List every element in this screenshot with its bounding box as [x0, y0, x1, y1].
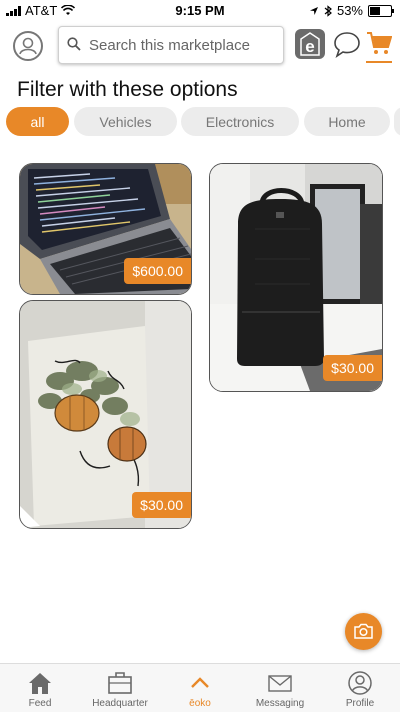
filter-chips: all Vehicles Electronics Home: [0, 107, 400, 137]
cart-icon[interactable]: [366, 30, 392, 56]
chip-home[interactable]: Home: [304, 107, 390, 136]
home-icon: [29, 673, 51, 694]
account-icon[interactable]: [13, 31, 43, 61]
camera-button[interactable]: [345, 613, 382, 650]
nav-label: Profile: [345, 698, 375, 709]
price-tag: $30.00: [132, 492, 191, 518]
cart-active-indicator: [366, 61, 392, 63]
nav-label: Messaging: [255, 698, 305, 709]
chip-electronics[interactable]: Electronics: [181, 107, 299, 136]
chat-icon[interactable]: [333, 30, 361, 58]
location-icon: [309, 6, 318, 15]
chip-vehicles[interactable]: Vehicles: [74, 107, 177, 136]
price-tag: $600.00: [124, 258, 191, 284]
search-input[interactable]: [87, 31, 281, 59]
nav-messaging[interactable]: Messaging: [240, 664, 320, 712]
bluetooth-icon: [324, 4, 332, 17]
eoko-logo-button[interactable]: e: [295, 29, 325, 59]
nav-label: ēoko: [189, 698, 211, 709]
app-header: e: [0, 20, 400, 70]
status-bar: AT&T 9:15 PM 53%: [0, 0, 400, 20]
filter-title: Filter with these options: [17, 78, 238, 101]
nav-eoko[interactable]: ēoko: [160, 664, 240, 712]
envelope-icon: [268, 675, 292, 692]
nav-feed[interactable]: Feed: [0, 664, 80, 712]
listing-card[interactable]: $30.00: [209, 163, 383, 392]
nav-label: Feed: [28, 698, 52, 709]
nav-profile[interactable]: Profile: [320, 664, 400, 712]
chevron-up-icon: [191, 677, 209, 688]
user-icon: [348, 671, 372, 695]
listing-card[interactable]: $30.00: [19, 300, 192, 529]
chip-all[interactable]: all: [6, 107, 69, 136]
bottom-nav: Feed Headquarter ēoko Messaging Profile: [0, 663, 400, 712]
listing-card[interactable]: $600.00: [19, 163, 192, 295]
chip-more[interactable]: [394, 107, 400, 136]
search-box[interactable]: [58, 26, 284, 64]
battery-percent: 53%: [336, 3, 363, 18]
battery-icon: [368, 4, 394, 17]
search-icon: [67, 37, 81, 51]
price-tag: $30.00: [323, 355, 382, 381]
nav-headquarter[interactable]: Headquarter: [80, 664, 160, 712]
nav-label: Headquarter: [92, 698, 148, 709]
svg-text:e: e: [305, 37, 314, 56]
camera-icon: [354, 623, 373, 639]
briefcase-icon: [108, 672, 132, 694]
